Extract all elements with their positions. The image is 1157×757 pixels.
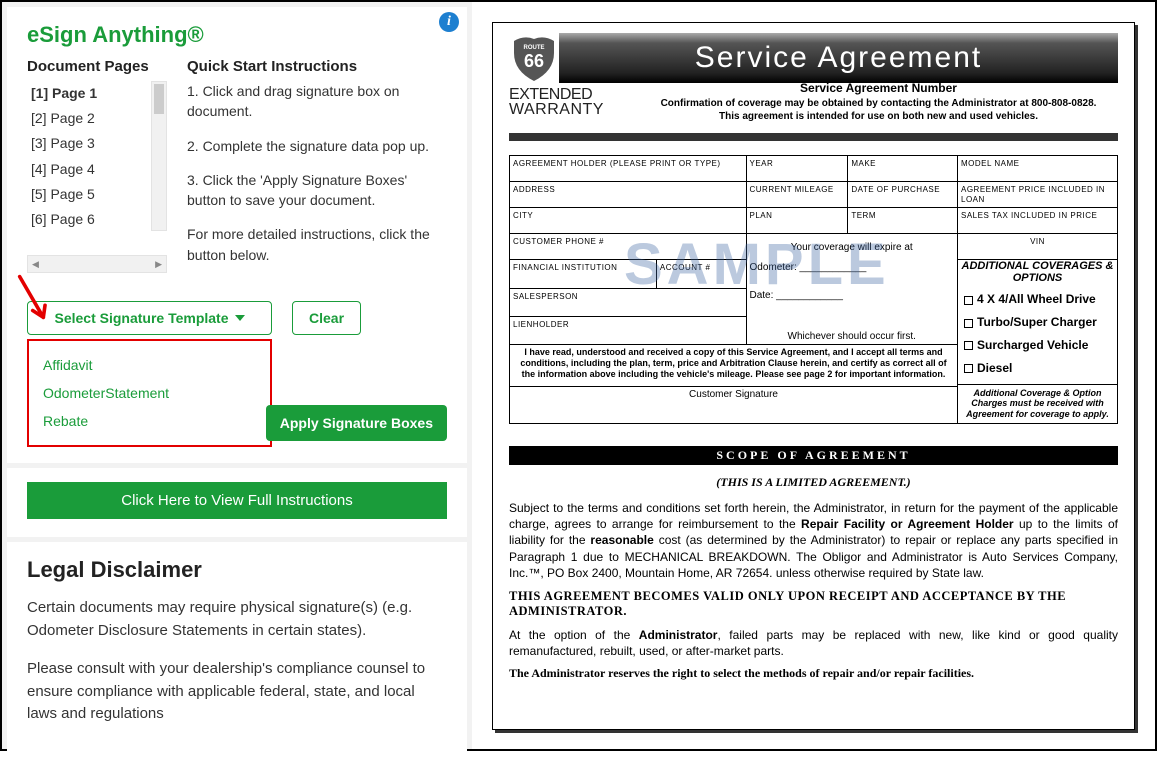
h-scrollbar[interactable]: ◀▶ — [27, 255, 167, 273]
page-item[interactable]: [5] Page 5 — [31, 182, 167, 207]
caret-down-icon — [235, 315, 245, 321]
full-instructions-wrap: Click Here to View Full Instructions — [7, 468, 467, 537]
instruction-more: For more detailed instructions, click th… — [187, 224, 447, 265]
doc-subtitle: Service Agreement Number Confirmation of… — [639, 81, 1118, 123]
legal-text: Certain documents may require physical s… — [27, 597, 447, 642]
page-item[interactable]: [6] Page 6 — [31, 207, 167, 232]
valid-notice: THIS AGREEMENT BECOMES VALID ONLY UPON R… — [509, 589, 1118, 619]
clear-button[interactable]: Clear — [292, 301, 361, 335]
page-item[interactable]: [4] Page 4 — [31, 157, 167, 182]
apply-signature-boxes-button[interactable]: Apply Signature Boxes — [266, 405, 447, 441]
scope-paragraph: At the option of the Administrator, fail… — [509, 627, 1118, 659]
extended-warranty-logo: EXTENDEDWARRANTY — [509, 87, 604, 117]
scope-paragraph: Subject to the terms and conditions set … — [509, 500, 1118, 581]
template-option[interactable]: OdometerStatement — [41, 379, 258, 407]
legal-text: Please consult with your dealership's co… — [27, 658, 447, 726]
divider-bar — [509, 133, 1118, 141]
instructions-heading: Quick Start Instructions — [187, 58, 447, 75]
pages-list-wrap: [1] Page 1 [2] Page 2 [3] Page 3 [4] Pag… — [27, 81, 167, 251]
pages-list: [1] Page 1 [2] Page 2 [3] Page 3 [4] Pag… — [27, 81, 167, 232]
options-footer: Additional Coverage & Option Charges mus… — [958, 384, 1117, 423]
limited-agreement-text: (THIS IS A LIMITED AGREEMENT.) — [509, 475, 1118, 490]
page-item[interactable]: [1] Page 1 — [27, 81, 167, 106]
pages-heading: Document Pages — [27, 58, 167, 75]
route-66-icon: ROUTE 66 — [509, 33, 559, 83]
svg-text:66: 66 — [524, 51, 544, 71]
instruction-step: 3. Click the 'Apply Signature Boxes' but… — [187, 170, 447, 211]
page-item[interactable]: [2] Page 2 — [31, 106, 167, 131]
page-item[interactable]: [3] Page 3 — [31, 131, 167, 156]
instruction-step: 2. Complete the signature data pop up. — [187, 136, 447, 156]
info-icon[interactable]: i — [439, 12, 459, 32]
v-scrollbar[interactable] — [151, 81, 167, 231]
legal-heading: Legal Disclaimer — [27, 557, 447, 583]
scope-paragraph: The Administrator reserves the right to … — [509, 665, 1118, 681]
legal-panel: Legal Disclaimer Certain documents may r… — [7, 542, 467, 757]
esign-title: eSign Anything® — [27, 22, 447, 48]
template-option[interactable]: Affidavit — [41, 351, 258, 379]
select-template-label: Select Signature Template — [54, 310, 228, 326]
options-list: 4 X 4/All Wheel Drive Turbo/Super Charge… — [958, 284, 1117, 383]
document-preview[interactable]: ROUTE 66 Service Agreement EXTENDEDWARRA… — [492, 22, 1135, 730]
instruction-step: 1. Click and drag signature box on docum… — [187, 81, 447, 122]
view-full-instructions-button[interactable]: Click Here to View Full Instructions — [27, 482, 447, 519]
esign-panel: i eSign Anything® Document Pages [1] Pag… — [7, 7, 467, 463]
options-heading: ADDITIONAL COVERAGES & OPTIONS — [958, 260, 1117, 284]
agreement-form-table: AGREEMENT HOLDER (PLEASE PRINT OR TYPE) … — [509, 155, 1118, 424]
doc-title: Service Agreement — [559, 33, 1118, 83]
scope-bar: SCOPE OF AGREEMENT — [509, 446, 1118, 465]
select-template-button[interactable]: Select Signature Template — [27, 301, 272, 335]
